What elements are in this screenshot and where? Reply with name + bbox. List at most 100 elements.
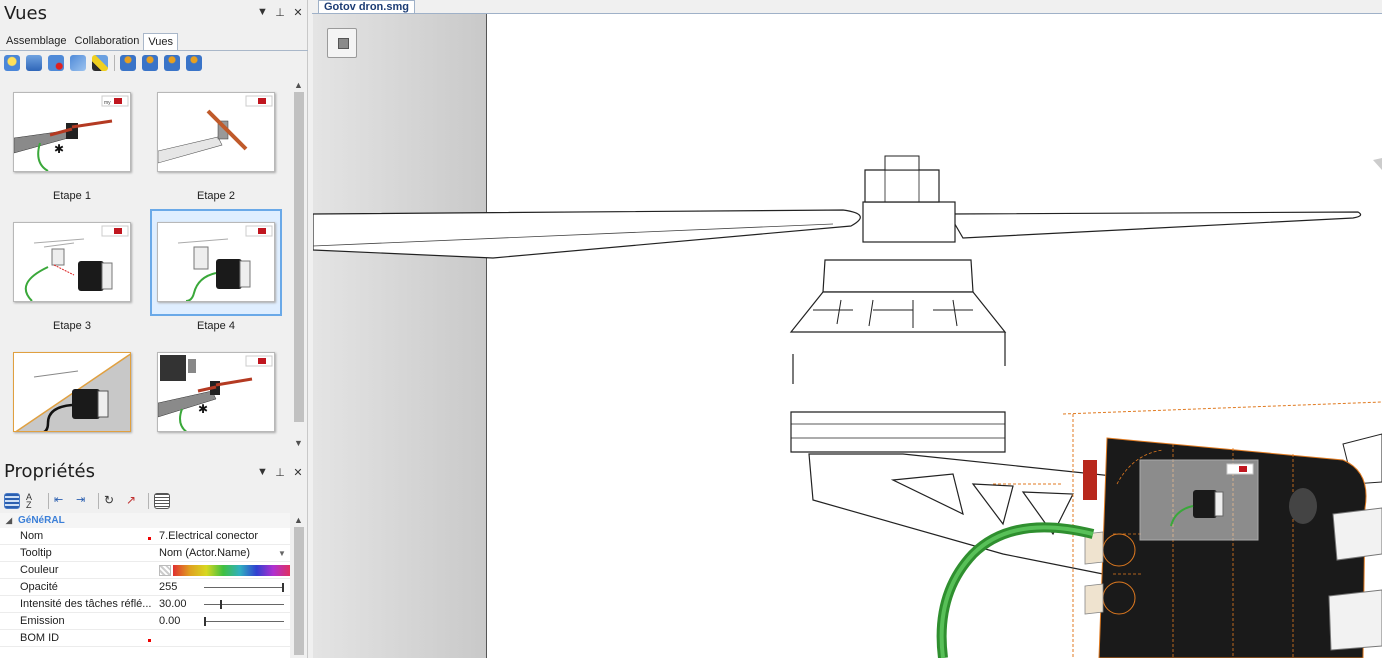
pin-icon[interactable]: ⊥ <box>275 466 285 479</box>
pick-icon[interactable]: ↗ <box>126 493 142 509</box>
left-panel: Vues ▼ ⊥ ✕ Assemblage Collaboration Vues <box>0 0 308 658</box>
property-category[interactable]: ◢ GéNéRAL <box>0 513 290 528</box>
emission-slider[interactable] <box>204 617 284 626</box>
collapse-triangle-icon[interactable]: ◢ <box>0 516 18 525</box>
views-scrollbar[interactable]: ▲ ▼ <box>292 78 306 450</box>
category-label: GéNéRAL <box>18 515 65 526</box>
scroll-down-icon[interactable]: ▼ <box>294 438 303 448</box>
views-tabs: Assemblage Collaboration Vues <box>2 33 179 51</box>
3d-viewport[interactable] <box>313 14 1382 658</box>
scrollbar-thumb[interactable] <box>294 527 304 655</box>
properties-panel-buttons: ▼ ⊥ ✕ <box>257 466 303 479</box>
property-row-couleur[interactable]: Couleur <box>0 562 290 579</box>
view-thumbnail-1[interactable]: my ✱ <box>13 92 131 172</box>
view-thumbnail-6[interactable]: ✱ <box>157 352 275 432</box>
property-row-emission[interactable]: Emission 0.00 <box>0 613 290 630</box>
property-row-intensite[interactable]: Intensité des tâches réflé... 30.00 <box>0 596 290 613</box>
record-view-icon[interactable] <box>48 55 64 71</box>
tooltip-select[interactable]: Nom (Actor.Name) <box>159 547 250 559</box>
view-label-4: Etape 4 <box>197 320 235 332</box>
properties-scrollbar[interactable]: ▲ <box>292 513 306 658</box>
add-property-icon[interactable] <box>154 493 170 509</box>
property-name: Tooltip <box>20 547 52 559</box>
tab-collaboration[interactable]: Collaboration <box>71 33 144 51</box>
views-panel-title: Vues <box>4 3 47 24</box>
refresh-view-icon[interactable] <box>70 55 86 71</box>
name-value[interactable]: 7.Electrical conector <box>159 530 258 542</box>
connector-section-preview <box>15 353 130 431</box>
toolbar-separator <box>98 493 99 509</box>
scroll-up-icon[interactable]: ▲ <box>294 515 303 525</box>
document-tab[interactable]: Gotov dron.smg <box>318 0 415 14</box>
view-thumbnail-3[interactable] <box>13 222 131 302</box>
collapse-all-icon[interactable]: ⇥ <box>76 493 92 509</box>
chevron-down-icon[interactable]: ▼ <box>278 549 286 558</box>
connector-preview <box>24 225 129 301</box>
color-picker[interactable] <box>173 565 290 576</box>
property-name: Couleur <box>20 564 59 576</box>
dropdown-icon[interactable]: ▼ <box>257 6 268 19</box>
property-row-tooltip[interactable]: Tooltip Nom (Actor.Name) ▼ <box>0 545 290 562</box>
property-name: Nom <box>20 530 44 542</box>
view-actor-icon-1[interactable] <box>120 55 136 71</box>
view-actor-icon-3[interactable] <box>164 55 180 71</box>
tab-vues[interactable]: Vues <box>143 33 179 51</box>
svg-text:✱: ✱ <box>54 142 64 156</box>
pin-icon[interactable]: ⊥ <box>275 6 285 19</box>
dropdown-icon[interactable]: ▼ <box>257 466 268 479</box>
views-panel-buttons: ▼ ⊥ ✕ <box>257 6 303 19</box>
views-toolbar <box>4 54 208 72</box>
properties-panel-title: Propriétés <box>4 461 95 482</box>
drone-arm-preview <box>158 95 273 164</box>
intensity-value[interactable]: 30.00 <box>159 598 187 610</box>
slider-knob[interactable] <box>204 617 206 626</box>
property-row-bom-id[interactable]: BOM ID <box>0 630 290 647</box>
drone-assembly-preview: ✱ <box>158 355 273 431</box>
property-name: Intensité des tâches réflé... <box>20 598 152 610</box>
view-label-3: Etape 3 <box>53 320 91 332</box>
scrollbar-thumb[interactable] <box>294 92 304 422</box>
view-actor-icon-2[interactable] <box>142 55 158 71</box>
toolbar-separator <box>48 493 49 509</box>
tab-assemblage[interactable]: Assemblage <box>2 33 71 51</box>
view-thumbnail-4[interactable] <box>157 222 275 302</box>
emission-value[interactable]: 0.00 <box>159 615 180 627</box>
categorized-icon[interactable] <box>4 493 20 509</box>
expand-all-icon[interactable]: ⇤ <box>54 493 70 509</box>
drone-arm-preview: my ✱ <box>14 95 129 171</box>
view-label-2: Etape 2 <box>197 190 235 202</box>
transparent-swatch[interactable] <box>159 565 171 576</box>
toolbar-separator <box>114 55 115 71</box>
opacity-value[interactable]: 255 <box>159 581 177 593</box>
slider-knob[interactable] <box>282 583 284 592</box>
close-icon[interactable]: ✕ <box>293 6 303 19</box>
new-view-icon[interactable] <box>4 55 20 71</box>
scroll-up-icon[interactable]: ▲ <box>294 80 303 90</box>
tab-divider <box>0 50 308 51</box>
modified-marker <box>148 639 151 642</box>
slider-knob[interactable] <box>219 600 222 609</box>
close-icon[interactable]: ✕ <box>293 466 303 479</box>
view-thumbnail-2[interactable] <box>157 92 275 172</box>
view-label-1: Etape 1 <box>53 190 91 202</box>
property-row-nom[interactable]: Nom 7.Electrical conector <box>0 528 290 545</box>
opacity-slider[interactable] <box>204 583 284 592</box>
intensity-slider[interactable] <box>204 600 284 609</box>
camera-view-icon[interactable] <box>26 55 42 71</box>
alphabetical-icon[interactable]: AZ <box>26 493 42 510</box>
modified-marker <box>148 537 151 540</box>
paint-view-icon[interactable] <box>92 55 108 71</box>
view-thumbnail-5[interactable] <box>13 352 131 432</box>
views-thumbnail-list: my ✱ Etape 1 Etape 2 Etape 3 Etape 4 ✱ <box>0 78 290 450</box>
view-actor-icon-4[interactable] <box>186 55 202 71</box>
property-row-opacite[interactable]: Opacité 255 <box>0 579 290 596</box>
reset-icon[interactable]: ↻ <box>104 493 120 509</box>
toolbar-separator <box>148 493 149 509</box>
drone-motor-render <box>313 155 1382 658</box>
properties-toolbar: AZ ⇤ ⇥ ↻ ↗ <box>4 492 176 510</box>
connector-preview <box>177 225 273 301</box>
svg-text:my: my <box>104 100 111 106</box>
property-grid: ◢ GéNéRAL Nom 7.Electrical conector Tool… <box>0 513 290 658</box>
property-name: BOM ID <box>20 632 60 644</box>
property-name: Opacité <box>20 581 58 593</box>
